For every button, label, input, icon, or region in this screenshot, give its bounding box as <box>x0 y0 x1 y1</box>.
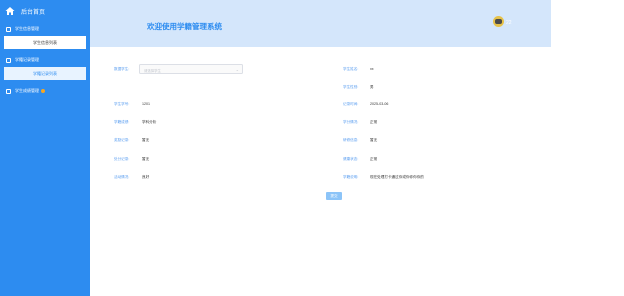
brand-title: 后台首页 <box>21 9 46 16</box>
punish-value: 暂无 <box>142 157 150 161</box>
punish-label: 处分记录: <box>114 157 130 161</box>
user-name[interactable]: 22 <box>506 20 512 26</box>
chevron-down-icon: ⌄ <box>235 67 239 72</box>
sidebar-group-label: 学生成绩管理 <box>15 88 39 93</box>
select-placeholder: 请选择学生 <box>144 69 161 73</box>
health-value: 正常 <box>370 157 378 161</box>
sidebar-item-label: 学生信息列表 <box>33 39 57 45</box>
student-gender-value: 男 <box>370 85 374 89</box>
sidebar-brand[interactable]: 后台首页 <box>0 0 90 22</box>
sidebar-group-label: 学生信息管理 <box>15 26 39 31</box>
header: 欢迎使用学籍管理系统 22 <box>90 0 551 47</box>
document-icon <box>6 88 11 94</box>
student-id-value: 1201 <box>142 102 150 106</box>
grade-label: 学籍成绩: <box>114 120 130 124</box>
page-title: 欢迎使用学籍管理系统 <box>147 22 222 31</box>
student-select[interactable]: 请选择学生 ⌄ <box>139 64 243 74</box>
credit-label: 学分情况: <box>343 120 359 124</box>
submit-button[interactable]: 提交 <box>326 192 342 200</box>
sidebar-group-record[interactable]: 学籍记录管理 <box>0 53 90 67</box>
activity-label: 活动情况: <box>114 175 130 179</box>
health-label: 健康状态: <box>343 157 359 161</box>
research-value: 暂无 <box>370 138 378 142</box>
document-icon <box>6 57 11 63</box>
activity-value: 良好 <box>142 175 150 179</box>
student-gender-label: 学生性别: <box>343 85 359 89</box>
notification-badge <box>41 89 45 93</box>
record-time-label: 记录时间: <box>343 102 359 106</box>
note-label: 学籍说明: <box>343 175 359 179</box>
sidebar: 后台首页 学生信息管理 学生信息列表 学籍记录管理 学籍记录列表 学生成绩管理 <box>0 0 90 296</box>
select-student-label: 数据学生: <box>114 67 130 71</box>
sidebar-item-label: 学籍记录列表 <box>33 70 57 76</box>
reward-value: 暂无 <box>142 138 150 142</box>
record-form: 数据学生: 请选择学生 ⌄ 学生姓名: xx 学生性别: 男 学生学号: 120… <box>90 47 551 296</box>
sidebar-group-student-info[interactable]: 学生信息管理 <box>0 22 90 36</box>
note-value: 现在处理打卡通过你或你你你你的 <box>370 175 424 179</box>
avatar[interactable] <box>493 16 504 27</box>
student-name-value: xx <box>370 67 374 71</box>
sidebar-item-student-list[interactable]: 学生信息列表 <box>4 36 86 49</box>
student-name-label: 学生姓名: <box>343 67 359 71</box>
reward-label: 奖励记录: <box>114 138 130 142</box>
sidebar-group-score[interactable]: 学生成绩管理 <box>0 84 90 98</box>
grade-value: 学科分析 <box>142 120 157 124</box>
student-id-label: 学生学号: <box>114 102 130 106</box>
document-icon <box>6 26 11 32</box>
record-time-value: 2025-03-06 <box>370 102 389 106</box>
sidebar-item-record-list[interactable]: 学籍记录列表 <box>4 67 86 80</box>
credit-value: 正常 <box>370 120 378 124</box>
research-label: 研修信息: <box>343 138 359 142</box>
home-icon <box>5 7 15 15</box>
sidebar-group-label: 学籍记录管理 <box>15 57 39 62</box>
